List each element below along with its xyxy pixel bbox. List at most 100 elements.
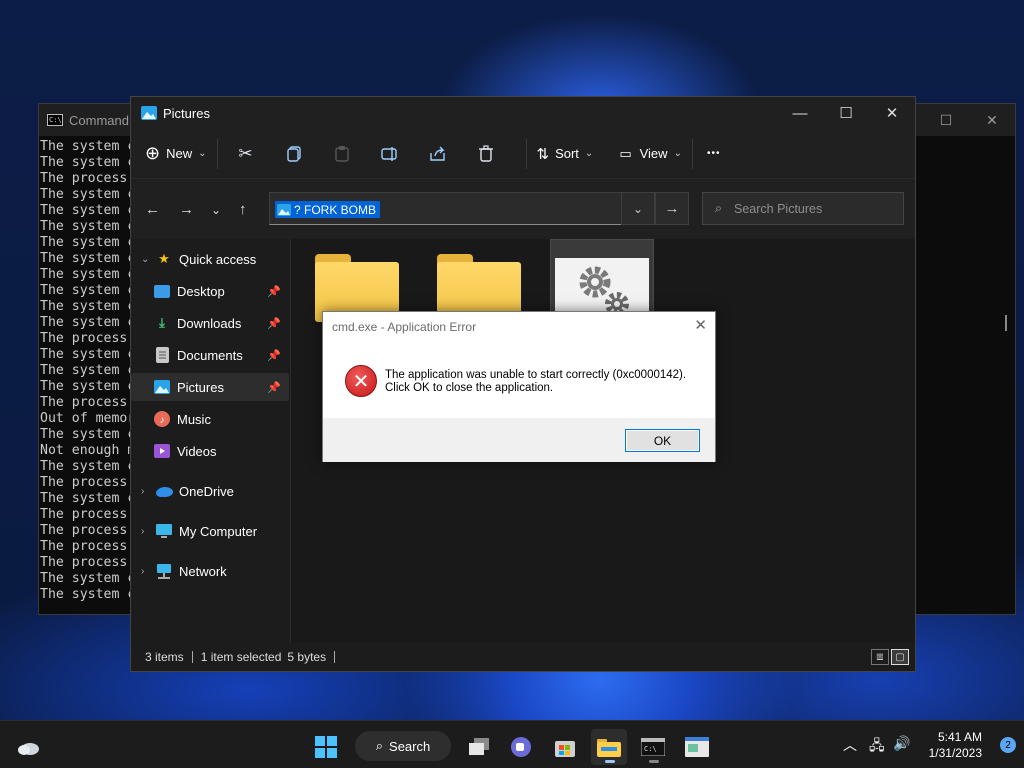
nav-quick-access[interactable]: ⌄ ★ Quick access <box>131 245 289 273</box>
expanded-chevron-icon[interactable]: ⌄ <box>141 254 155 265</box>
pin-icon[interactable]: 📌 <box>267 285 281 298</box>
details-view-icon[interactable]: ≣ <box>871 649 889 665</box>
address-history-dropdown[interactable]: ⌄ <box>621 192 655 225</box>
collapsed-chevron-icon[interactable]: › <box>141 526 155 537</box>
taskbar-search-button[interactable]: ⌕ Search <box>355 731 451 761</box>
windows-logo-icon <box>315 736 337 758</box>
store-icon <box>555 741 575 757</box>
copy-icon[interactable] <box>276 138 312 170</box>
task-view-button[interactable] <box>461 729 497 765</box>
search-icon: ⌕ <box>375 738 384 753</box>
computer-icon <box>155 523 173 539</box>
dialog-close-icon[interactable]: ✕ <box>694 316 707 334</box>
plus-circle-icon: ⊕ <box>145 143 161 163</box>
search-box[interactable]: ⌕ Search Pictures <box>702 192 904 225</box>
toolbar-separator <box>216 138 218 169</box>
status-selection: 1 item selected <box>200 650 282 664</box>
nav-network[interactable]: › Network <box>131 557 289 585</box>
volume-icon[interactable]: 🔊 <box>893 735 910 752</box>
terminal-icon: C:\ <box>641 738 665 756</box>
dialog-message: The application was unable to start corr… <box>385 369 687 394</box>
go-arrow-icon[interactable]: → <box>655 192 689 225</box>
chat-button[interactable] <box>503 729 539 765</box>
application-error-dialog[interactable]: cmd.exe - Application Error ✕ ✕ The appl… <box>322 311 716 462</box>
command-bar: ⊕ New ⌄ ✂ ⇅ Sort ⌄ ▭ View ⌄ ••• <box>131 129 915 179</box>
chevron-down-icon: ⌄ <box>673 148 682 159</box>
app-taskbar-button[interactable] <box>679 729 715 765</box>
close-icon[interactable]: ✕ <box>869 97 915 129</box>
forward-arrow-icon[interactable]: → <box>179 201 194 218</box>
cmd-close-icon[interactable]: ✕ <box>969 104 1015 136</box>
nav-my-computer[interactable]: › My Computer <box>131 517 289 545</box>
nav-documents[interactable]: Documents 📌 <box>131 341 289 369</box>
dialog-footer: OK <box>323 418 715 462</box>
recent-locations-chevron-icon[interactable]: ⌄ <box>211 203 221 217</box>
music-icon: ♪ <box>153 411 171 427</box>
cut-icon[interactable]: ✂ <box>228 138 264 170</box>
document-icon <box>153 347 171 363</box>
up-arrow-icon[interactable]: ↑ <box>239 201 247 218</box>
pin-icon[interactable]: 📌 <box>267 381 281 394</box>
folder-icon <box>597 739 621 757</box>
error-icon: ✕ <box>345 365 377 397</box>
pictures-icon <box>141 106 157 120</box>
nav-pictures[interactable]: Pictures 📌 <box>131 373 289 401</box>
minimize-icon[interactable]: — <box>777 97 823 129</box>
share-icon[interactable] <box>420 138 456 170</box>
start-button[interactable] <box>308 729 344 765</box>
selected-file-thumbnail[interactable] <box>550 239 654 318</box>
sort-button[interactable]: ⇅ Sort ⌄ <box>537 145 594 163</box>
nav-desktop[interactable]: Desktop 📌 <box>131 277 289 305</box>
nav-downloads[interactable]: ⤓ Downloads 📌 <box>131 309 289 337</box>
status-size: 5 bytes <box>287 650 327 664</box>
large-icons-view-icon[interactable]: ▢ <box>891 649 909 665</box>
maximize-icon[interactable]: ☐ <box>823 97 869 129</box>
paste-icon[interactable] <box>324 138 360 170</box>
show-hidden-icons-chevron-icon[interactable]: ︿ <box>843 735 857 755</box>
view-button[interactable]: ▭ View ⌄ <box>619 146 682 162</box>
notification-count-badge[interactable]: 2 <box>1000 737 1016 753</box>
collapsed-chevron-icon[interactable]: › <box>141 486 155 497</box>
terminal-taskbar-button[interactable]: C:\ <box>635 729 671 765</box>
gear-icon <box>579 266 629 316</box>
nav-videos[interactable]: Videos <box>131 437 289 465</box>
rename-icon[interactable] <box>372 138 408 170</box>
weather-widget[interactable] <box>10 729 46 765</box>
taskbar: ⌕ Search C:\ ︿ 🖧 🔊 5:41 AM 1/31/2023 2 <box>0 720 1024 768</box>
status-item-count: 3 items <box>145 650 184 664</box>
collapsed-chevron-icon[interactable]: › <box>141 566 155 577</box>
chat-icon <box>511 737 531 757</box>
clock-time: 5:41 AM <box>937 730 982 744</box>
view-icon: ▭ <box>619 145 632 161</box>
new-button[interactable]: ⊕ New ⌄ <box>145 143 207 164</box>
cloud-icon <box>18 743 39 755</box>
toolbar-separator <box>691 138 693 169</box>
svg-text:♪: ♪ <box>160 415 165 426</box>
pictures-icon <box>277 203 291 216</box>
svg-text:C:\: C:\ <box>644 745 657 753</box>
dialog-title: cmd.exe - Application Error <box>332 320 477 334</box>
file-explorer-taskbar-button[interactable] <box>591 729 627 765</box>
nav-onedrive[interactable]: › OneDrive <box>131 477 289 505</box>
ok-button[interactable]: OK <box>625 429 700 452</box>
pictures-icon <box>153 379 171 395</box>
more-options-button[interactable]: ••• <box>707 148 721 159</box>
pin-icon[interactable]: 📌 <box>267 317 281 330</box>
clock[interactable]: 5:41 AM 1/31/2023 <box>929 729 982 761</box>
pin-icon[interactable]: 📌 <box>267 349 281 362</box>
navigation-pane: ⌄ ★ Quick access Desktop 📌 ⤓ Downloads 📌… <box>131 239 291 643</box>
network-tray-icon[interactable]: 🖧 <box>869 735 885 759</box>
status-bar: 3 items 1 item selected 5 bytes ≣ ▢ <box>131 643 915 671</box>
cmd-maximize-icon[interactable]: ☐ <box>923 104 969 136</box>
back-arrow-icon[interactable]: ← <box>145 201 160 218</box>
cmd-scrollbar[interactable] <box>1005 315 1007 331</box>
address-path-selected[interactable]: ? FORK BOMB <box>275 201 381 218</box>
nav-music[interactable]: ♪ Music <box>131 405 289 433</box>
chevron-down-icon: ⌄ <box>584 148 594 159</box>
address-bar[interactable]: ? FORK BOMB <box>269 192 653 225</box>
cmd-app-icon: C:\ <box>47 114 63 126</box>
sort-icon: ⇅ <box>536 145 550 163</box>
store-button[interactable] <box>547 729 583 765</box>
delete-icon[interactable] <box>468 138 504 170</box>
star-icon: ★ <box>158 251 170 266</box>
